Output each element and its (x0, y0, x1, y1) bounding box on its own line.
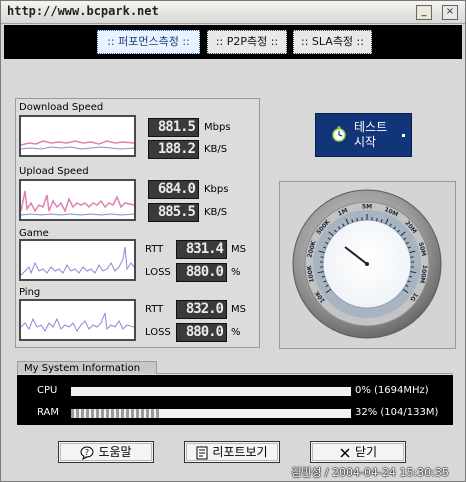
game-loss-label: LOSS (145, 267, 171, 278)
game-rtt-unit: MS (231, 244, 246, 255)
close-window-button[interactable]: × (442, 5, 458, 20)
tab-bar: :: 퍼포먼스측정 :: :: P2P측정 :: :: SLA측정 :: (4, 25, 462, 59)
game-rtt-display: 831.4 (176, 240, 227, 259)
start-test-button[interactable]: 테스트 시작 (315, 113, 412, 157)
start-test-dot (402, 134, 405, 137)
download-graph (19, 115, 136, 157)
report-button-label: 리포트보기 (212, 445, 268, 459)
gauge-tick (376, 218, 378, 222)
window-title: http://www.bcpark.net (7, 4, 159, 18)
upload-unit-kbps: Kbps (204, 184, 229, 195)
ping-rtt-display: 832.0 (176, 300, 227, 319)
app-window: http://www.bcpark.net _ × :: 퍼포먼스측정 :: :… (0, 0, 466, 482)
help-button[interactable]: ? 도움말 (58, 441, 154, 463)
gauge-panel: 10K 100K 200K 500K 1M 5M 10M 20M 50M 100M 1G (279, 181, 456, 349)
gauge-tick (356, 218, 358, 222)
report-document-icon (196, 446, 208, 459)
ping-label: Ping (19, 287, 41, 298)
game-loss-display: 880.0 (176, 263, 227, 282)
tab-sla[interactable]: :: SLA측정 :: (293, 30, 372, 54)
system-info-panel: CPU 0% (1694MHz) RAM 32% (104/133M) (17, 375, 453, 425)
system-info-divider (157, 373, 453, 374)
ping-loss-display: 880.0 (176, 323, 227, 342)
close-button-label: 닫기 (354, 445, 378, 459)
game-graph (19, 239, 136, 281)
svg-text:?: ? (85, 448, 89, 457)
cpu-usage-value: 0% (1694MHz) (355, 385, 429, 396)
help-button-label: 도움말 (98, 445, 132, 459)
footer-user-timestamp: 김민성 / 2004-04-24 15:30:35 (291, 466, 449, 479)
upload-unit-kbs: KB/S (204, 207, 228, 218)
close-button[interactable]: 닫기 (310, 441, 406, 463)
report-button[interactable]: 리포트보기 (184, 441, 280, 463)
ram-label: RAM (37, 407, 60, 418)
speed-gauge: 10K100K200K500K1M5M 10M20M50M100M1G (292, 189, 442, 339)
minimize-button[interactable]: _ (416, 5, 432, 20)
download-unit-kbs: KB/S (204, 144, 228, 155)
tab-performance[interactable]: :: 퍼포먼스측정 :: (97, 30, 200, 54)
cpu-label: CPU (37, 385, 58, 396)
ping-rtt-unit: MS (231, 304, 246, 315)
ram-usage-fill (71, 409, 161, 418)
download-label: Download Speed (19, 102, 104, 113)
game-label: Game (19, 228, 49, 239)
upload-graph (19, 179, 136, 221)
measurement-panel: Download Speed 881.5 Mbps 188.2 KB/S Upl… (15, 98, 260, 348)
upload-label: Upload Speed (19, 166, 89, 177)
upload-kbs-display: 885.5 (148, 203, 199, 222)
cpu-usage-bar (71, 387, 351, 396)
ping-loss-label: LOSS (145, 327, 171, 338)
ram-usage-value: 32% (104/133M) (355, 407, 439, 418)
upload-speed-display: 684.0 (148, 180, 199, 199)
tab-p2p[interactable]: :: P2P측정 :: (207, 30, 287, 54)
stopwatch-icon (332, 126, 346, 142)
game-rtt-label: RTT (145, 244, 164, 255)
download-unit-mbps: Mbps (204, 122, 231, 133)
start-test-label: 테스트 시작 (354, 120, 388, 149)
game-loss-unit: % (231, 267, 241, 278)
download-speed-display: 881.5 (148, 118, 199, 137)
close-x-icon (340, 447, 350, 458)
title-bar[interactable]: http://www.bcpark.net _ × (1, 1, 465, 24)
ram-usage-bar (71, 409, 351, 418)
ping-loss-unit: % (231, 327, 241, 338)
ping-rtt-label: RTT (145, 304, 164, 315)
gauge-scale-label: 5M (362, 204, 372, 211)
system-info-title: My System Information (17, 361, 157, 374)
ping-graph (19, 299, 136, 341)
help-bubble-icon: ? (80, 446, 94, 460)
download-kbs-display: 188.2 (148, 140, 199, 159)
